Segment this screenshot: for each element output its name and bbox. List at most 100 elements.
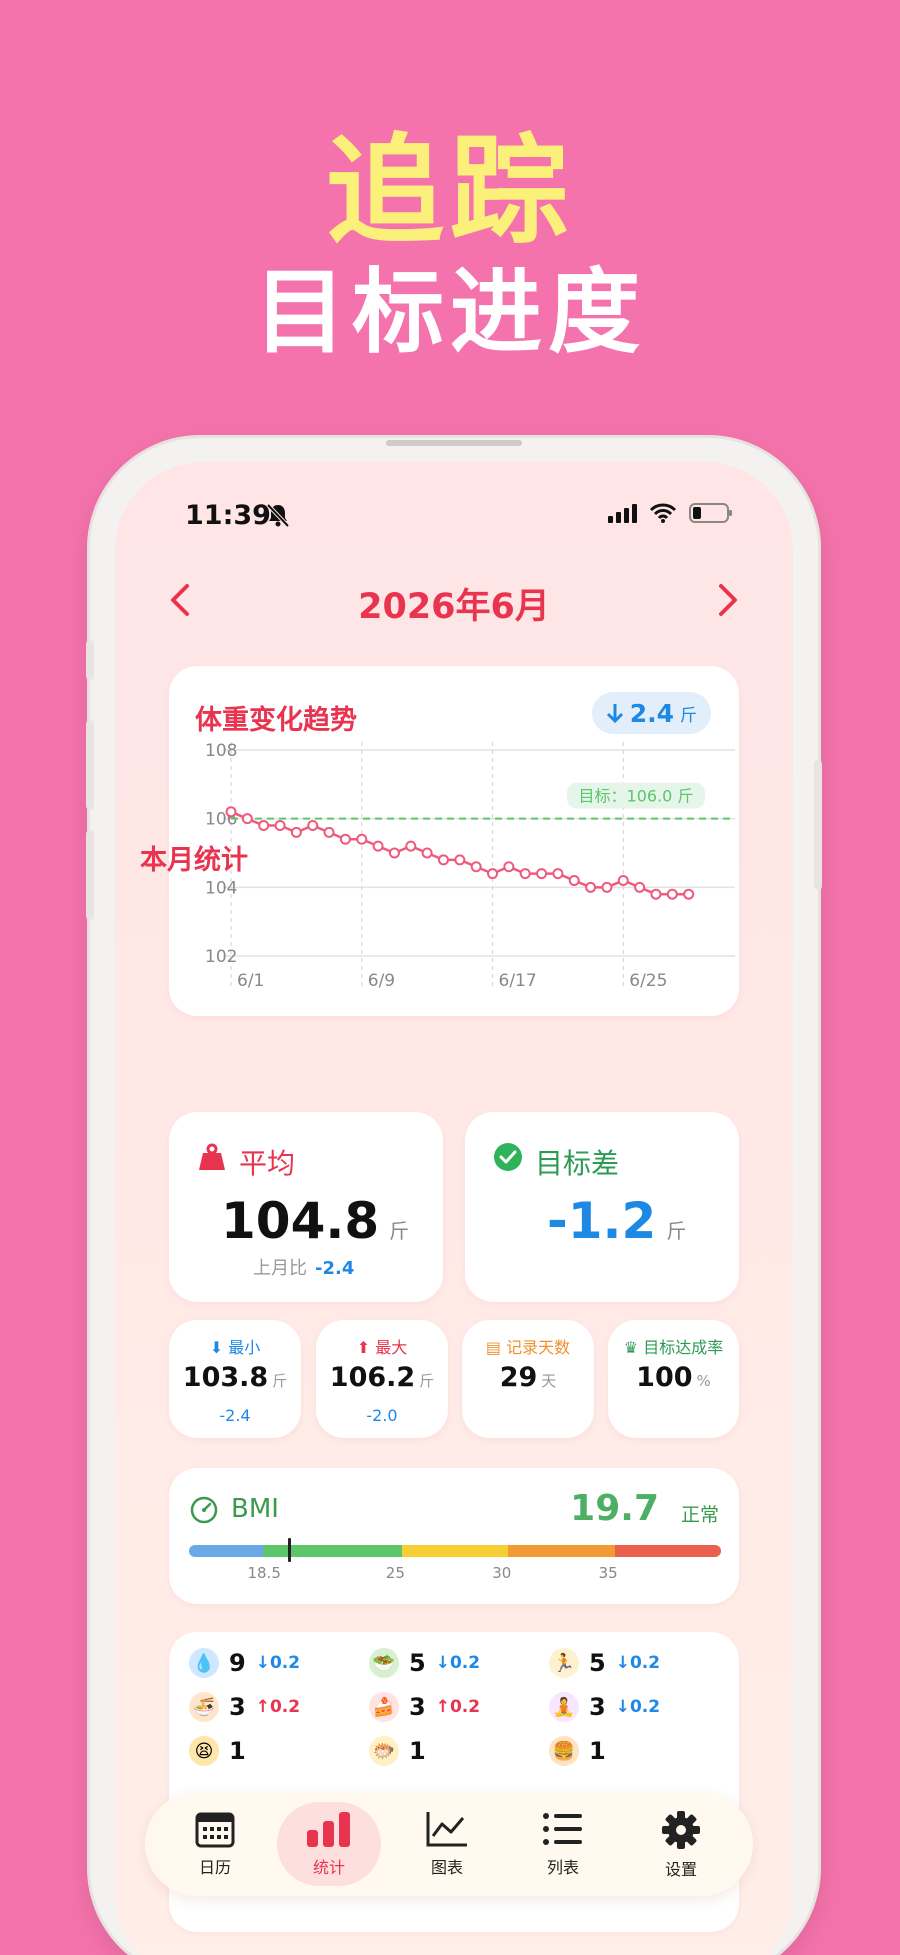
bmi-status: 正常 xyxy=(680,1504,719,1526)
running-icon: 🏃 xyxy=(549,1648,579,1678)
calendar-icon xyxy=(195,1812,235,1848)
bmi-tick-label: 30 xyxy=(492,1564,512,1582)
yoga-icon: 🧘 xyxy=(549,1692,579,1722)
weight-trend-card: 体重变化趋势 2.4 斤 102 104 106 108 6/1 6/9 6/17 6/25 … xyxy=(169,666,739,1016)
min-value: 103.8 xyxy=(182,1362,269,1393)
bmi-label: BMI xyxy=(231,1494,279,1524)
tab-settings[interactable]: 设置 xyxy=(629,1802,733,1886)
monthly-stats-title: 本月统计 xyxy=(140,845,248,876)
min-label-row: ⬇ 最小 xyxy=(169,1334,301,1358)
max-card: ⬆ 最大 106.2 斤 -2.0 xyxy=(316,1320,448,1438)
weight-data-point xyxy=(617,874,629,886)
habit-count: 1 xyxy=(229,1737,246,1765)
line-chart-icon xyxy=(426,1812,467,1847)
tab-chart[interactable]: 图表 xyxy=(395,1802,499,1886)
habit-count: 3 xyxy=(409,1693,426,1721)
max-value-row: 106.2 斤 xyxy=(316,1362,448,1393)
weight-data-point xyxy=(585,881,597,893)
habit-item: 🥗 5 ↓0.2 xyxy=(369,1648,480,1678)
cake-icon: 🍰 xyxy=(369,1692,399,1722)
bmi-marker xyxy=(287,1538,291,1562)
habit-count: 9 xyxy=(229,1649,246,1677)
average-unit: 斤 xyxy=(389,1219,410,1243)
habit-delta: ↓0.2 xyxy=(435,1653,481,1673)
bmi-segment xyxy=(189,1545,264,1557)
phone-power-button xyxy=(814,760,822,890)
habit-item: 😫 1 xyxy=(189,1736,246,1766)
tab-stats-label: 统计 xyxy=(312,1858,345,1877)
weight-data-point xyxy=(421,847,433,859)
bell-muted-icon xyxy=(266,503,290,528)
days-label-row: ▤ 记录天数 xyxy=(462,1334,594,1358)
days-label: 记录天数 xyxy=(506,1338,571,1357)
bar-chart-icon xyxy=(307,1812,350,1847)
max-delta: -2.0 xyxy=(366,1406,398,1425)
rate-label-row: ♛ 目标达成率 xyxy=(608,1334,739,1358)
habit-item: 🧘 3 ↓0.2 xyxy=(549,1692,660,1722)
habit-delta: ↑0.2 xyxy=(435,1697,481,1717)
days-value-row: 29 天 xyxy=(462,1362,594,1393)
days-card: ▤ 记录天数 29 天 xyxy=(462,1320,594,1438)
month-title: 2026年6月 xyxy=(358,587,550,627)
min-label: 最小 xyxy=(228,1338,261,1357)
weight-data-point xyxy=(683,888,695,900)
target-diff-unit: 斤 xyxy=(666,1219,687,1243)
weight-data-point xyxy=(536,868,548,880)
gauge-icon xyxy=(190,1496,218,1524)
average-value-row: 104.8 斤 xyxy=(221,1192,409,1250)
habit-count: 5 xyxy=(409,1649,426,1677)
weight-data-point xyxy=(225,806,237,818)
weight-data-point xyxy=(372,840,384,852)
habit-item: 🍔 1 xyxy=(549,1736,606,1766)
weight-data-point xyxy=(601,881,613,893)
target-diff-value: -1.2 xyxy=(547,1192,657,1250)
promo-subheadline: 目标进度 xyxy=(253,259,646,366)
weight-data-point xyxy=(323,826,335,838)
arrow-up-circle-icon: ⬆ xyxy=(356,1338,371,1357)
tab-calendar[interactable]: 日历 xyxy=(163,1802,267,1886)
water-drop-icon: 💧 xyxy=(189,1648,219,1678)
weight-line-chart: 1021041061086/1 6/9 6/17 6/25 目标：106.0 斤 xyxy=(205,741,735,991)
weight-data-point xyxy=(470,861,482,873)
phone-top-edge xyxy=(386,440,522,446)
pufferfish-icon: 🐡 xyxy=(369,1736,399,1766)
min-value-row: 103.8 斤 xyxy=(169,1362,301,1393)
habit-delta: ↓0.2 xyxy=(615,1653,661,1673)
next-month-button[interactable] xyxy=(711,580,745,620)
tab-stats[interactable]: 统计 xyxy=(277,1802,381,1886)
target-diff-label: 目标差 xyxy=(535,1147,620,1180)
weight-data-point xyxy=(307,820,319,832)
rate-label: 目标达成率 xyxy=(643,1338,724,1357)
phone-mute-switch xyxy=(86,640,94,680)
habit-item: 💧 9 ↓0.2 xyxy=(189,1648,300,1678)
x-tick-label: 6/9 xyxy=(368,971,395,991)
tab-list[interactable]: 列表 xyxy=(511,1802,615,1886)
status-time: 11:39 xyxy=(185,500,271,531)
weight-data-point xyxy=(454,854,466,866)
habit-count: 5 xyxy=(589,1649,606,1677)
weight-data-point xyxy=(568,874,580,886)
habit-delta: ↓0.2 xyxy=(615,1697,661,1717)
days-value: 29 xyxy=(499,1362,538,1393)
phone-volume-up xyxy=(86,720,94,810)
calendar-small-icon: ▤ xyxy=(485,1338,501,1357)
max-label-row: ⬆ 最大 xyxy=(316,1334,448,1358)
average-compare-value: -2.4 xyxy=(315,1258,355,1279)
habit-count: 1 xyxy=(589,1737,606,1765)
tab-list-label: 列表 xyxy=(546,1858,579,1877)
weight-icon xyxy=(199,1143,225,1170)
x-tick-label: 6/25 xyxy=(629,971,667,991)
noodles-icon: 🍜 xyxy=(189,1692,219,1722)
salad-icon: 🥗 xyxy=(369,1648,399,1678)
bmi-tick-label: 35 xyxy=(598,1564,618,1582)
list-icon xyxy=(543,1813,582,1845)
habit-item: 🍜 3 ↑0.2 xyxy=(189,1692,300,1722)
min-delta: -2.4 xyxy=(219,1406,251,1425)
status-icons xyxy=(607,502,733,524)
target-label: 目标：106.0 斤 xyxy=(579,787,694,806)
habit-item: 🍰 3 ↑0.2 xyxy=(369,1692,480,1722)
average-card: 平均 104.8 斤 上月比 -2.4 xyxy=(169,1112,443,1302)
y-tick-label: 108 xyxy=(205,741,237,761)
habit-item: 🏃 5 ↓0.2 xyxy=(549,1648,660,1678)
average-compare-label: 上月比 xyxy=(253,1258,307,1279)
